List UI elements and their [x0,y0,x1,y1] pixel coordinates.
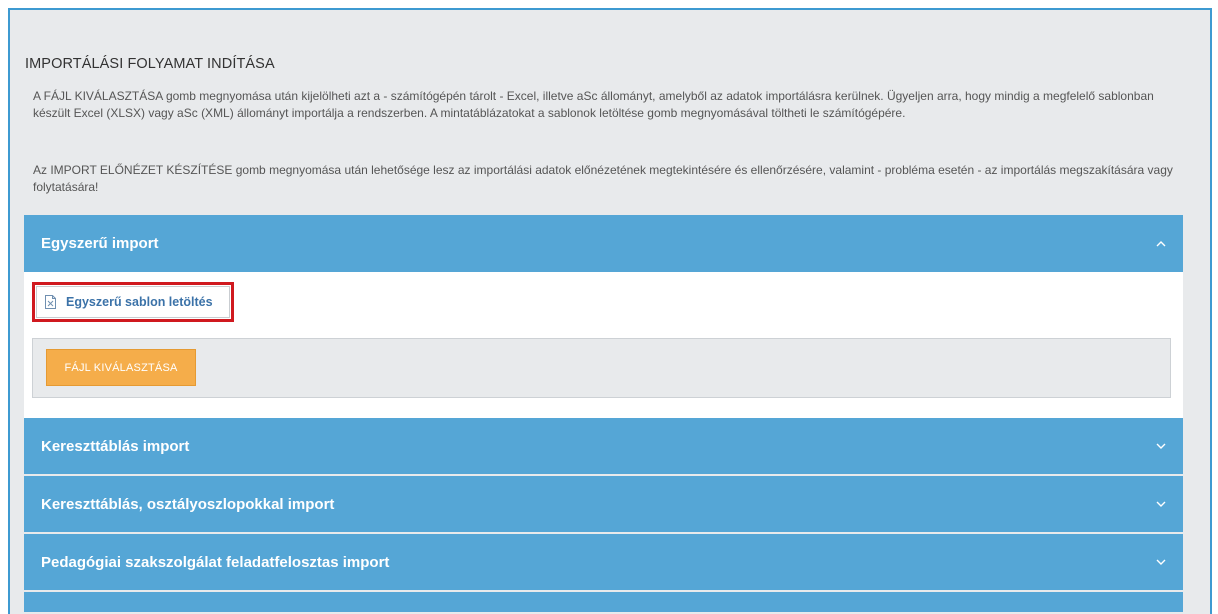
file-select-button[interactable]: FÁJL KIVÁLASZTÁSA [46,349,196,386]
accordion-body-simple-import: Egyszerű sablon letöltés FÁJL KIVÁLASZTÁ… [24,272,1183,418]
accordion-header-label: Egyszerű import [41,235,159,252]
accordion-header-simple-import[interactable]: Egyszerű import [24,215,1183,272]
accordion-header-label: Kereszttáblás, osztályoszlopokkal import [41,495,335,513]
accordion-header-cross-table-import[interactable]: Kereszttáblás import [24,418,1183,474]
template-download-button[interactable]: Egyszerű sablon letöltés [32,282,234,322]
template-download-label: Egyszerű sablon letöltés [66,295,213,309]
accordion-header-pedagogical-service-import[interactable]: Pedagógiai szakszolgálat feladatfeloszta… [24,534,1183,590]
chevron-down-icon [1156,559,1166,565]
page-title: IMPORTÁLÁSI FOLYAMAT INDÍTÁSA [25,56,275,72]
accordion-header-cross-table-class-columns-import[interactable]: Kereszttáblás, osztályoszlopokkal import [24,476,1183,532]
chevron-down-icon [1156,501,1166,507]
accordion-header-label: Kereszttáblás import [41,437,190,455]
instructions-paragraph-2: Az IMPORT ELŐNÉZET KÉSZÍTÉSE gomb megnyo… [33,163,1173,194]
accordion-header-label: Pedagógiai szakszolgálat feladatfeloszta… [41,553,390,571]
chevron-up-icon [1156,240,1166,246]
excel-file-icon [45,295,56,309]
file-select-well: FÁJL KIVÁLASZTÁSA [32,338,1171,398]
chevron-down-icon [1156,443,1166,449]
accordion-header-next-partial[interactable] [24,592,1183,612]
instructions-paragraph-1: A FÁJL KIVÁLASZTÁSA gomb megnyomása után… [33,89,1154,120]
